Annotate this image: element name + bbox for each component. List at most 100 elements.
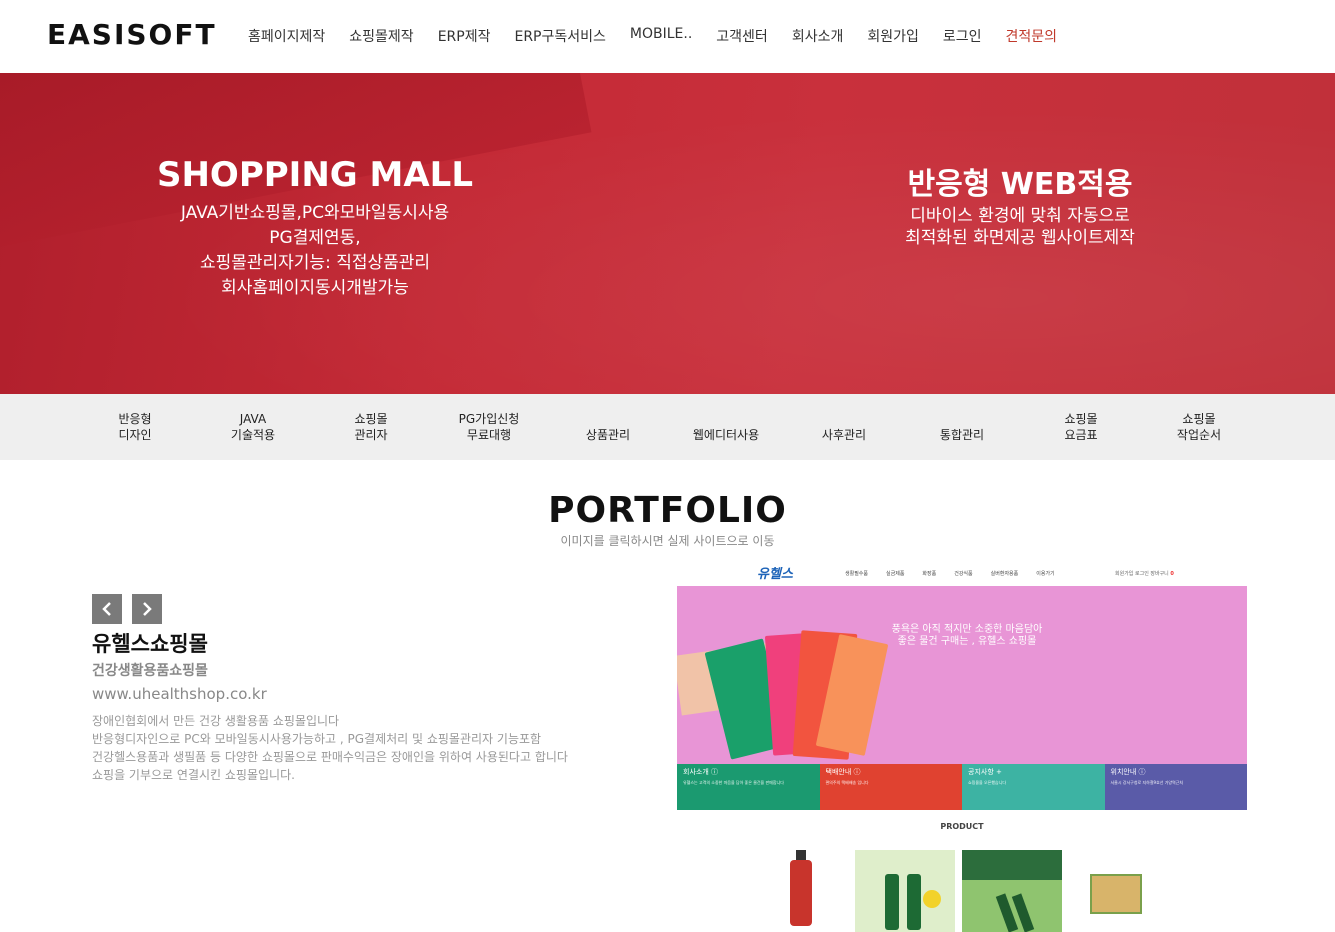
- description-line: 장애인협회에서 만든 건강 생활용품 쇼핑몰입니다: [92, 714, 340, 728]
- preview-banner-line: 좋은 물건 구매는 , 유헬스 쇼핑몰: [897, 636, 1037, 647]
- feature-pg-signup[interactable]: PG가입신청무료대행: [430, 394, 548, 460]
- preview-menu-item: 실금제품: [886, 571, 905, 577]
- feature-work-order[interactable]: 쇼핑몰작업순서: [1140, 394, 1258, 460]
- feature-label: 기술적용: [230, 428, 276, 442]
- site-header: EASISOFT 홈페이지제작 쇼핑몰제작 ERP제작 ERP구독서비스 MOB…: [0, 0, 1335, 73]
- product-thumb-bottle: [787, 850, 815, 932]
- feature-integrated-mgmt[interactable]: 통합관리: [903, 394, 1021, 460]
- feature-after-service[interactable]: 사후관리: [785, 394, 903, 460]
- portfolio-site-name: 유헬스쇼핑몰: [92, 632, 208, 656]
- portfolio-title: PORTFOLIO: [548, 490, 787, 531]
- tile-text: 편의주의 택배배송 입니다: [825, 780, 869, 785]
- feature-responsive-design[interactable]: 반응형디자인: [76, 394, 194, 460]
- preview-tiles: 회사소개 ⓘ 유헬스는 고객의 소중한 마음을 담아 좋은 물건을 판매합니다 택…: [677, 764, 1247, 810]
- nav-item-erp-subscription[interactable]: ERP구독서비스: [502, 26, 617, 46]
- nav-item-quote[interactable]: 견적문의: [994, 26, 1070, 46]
- tile-title: 택배안내 ⓘ: [825, 768, 861, 776]
- portfolio-subtitle: 이미지를 클릭하시면 실제 사이트으로 이동: [560, 534, 775, 548]
- tile-text: 유헬스는 고객의 소중한 마음을 담아 좋은 물건을 판매합니다: [683, 780, 784, 785]
- feature-label: 무료대행: [466, 428, 512, 442]
- feature-label: 작업순서: [1176, 428, 1222, 442]
- description-line: 쇼핑을 기부으로 연결시킨 쇼핑몰입니다.: [92, 768, 295, 782]
- preview-menu-item: 생활필수품: [845, 571, 869, 577]
- feature-label: JAVA: [239, 412, 267, 426]
- tile-title: 공지사항 +: [968, 768, 1002, 776]
- preview-banner-text: 풍욕은 아직 적지만 소중한 마음담아 좋은 물건 구매는 , 유헬스 쇼핑몰: [867, 624, 1067, 648]
- hero-right-line: 최적화된 화면제공 웹사이트제작: [905, 228, 1135, 248]
- portfolio-site-url[interactable]: www.uhealthshop.co.kr: [92, 685, 267, 703]
- feature-label: 웹에디터사용: [692, 428, 760, 442]
- preview-tile-delivery: 택배안내 ⓘ 편의주의 택배배송 입니다: [819, 764, 962, 810]
- main-nav: 홈페이지제작 쇼핑몰제작 ERP제작 ERP구독서비스 MOBILE.. 고객센…: [236, 26, 1069, 46]
- feature-label: 상품관리: [585, 428, 631, 442]
- preview-menu-item: 건강식품: [954, 571, 973, 577]
- preview-util-text: 회원가입 로그인 장바구니: [1115, 571, 1169, 577]
- bottle-pump: [796, 850, 806, 860]
- nav-item-mobile[interactable]: MOBILE..: [618, 26, 704, 46]
- site-logo[interactable]: EASISOFT: [47, 18, 217, 51]
- feature-java[interactable]: JAVA 기술적용: [194, 394, 312, 460]
- feature-mall-admin[interactable]: 쇼핑몰관리자: [312, 394, 430, 460]
- feature-label: 통합관리: [939, 428, 985, 442]
- product-thumb-bb-cream: [962, 850, 1062, 932]
- portfolio-preview-image[interactable]: 유헬스 생활필수품 실금제품 화장품 건강식품 실버환자용품 이용가기 회원가입…: [677, 560, 1247, 932]
- hero-left-line: 회사홈페이지동시개발가능: [221, 278, 409, 298]
- tile-text: 서울시 강서구청로 지하철9호선 가양역근처: [1110, 780, 1184, 785]
- feature-label: PG가입신청: [458, 412, 520, 426]
- feature-label: 쇼핑몰: [1064, 412, 1098, 426]
- product-thumb-natpine: [855, 850, 955, 932]
- product-bottle: [885, 874, 899, 930]
- feature-label: 요금표: [1064, 428, 1098, 442]
- tile-title: 회사소개 ⓘ: [683, 768, 718, 776]
- hero-shopping-block: SHOPPING MALL JAVA기반쇼핑몰,PC와모바일동시사용 PG결제연…: [140, 155, 490, 301]
- feature-web-editor[interactable]: 웹에디터사용: [667, 394, 785, 460]
- product-header: [962, 850, 1062, 880]
- nav-item-erp[interactable]: ERP제작: [426, 26, 503, 46]
- next-button[interactable]: [132, 594, 162, 624]
- preview-tile-notice: 공지사항 + 쇼핑몰을 오픈했습니다: [962, 764, 1105, 810]
- chevron-right-icon: [143, 602, 152, 616]
- feature-pricing[interactable]: 쇼핑몰요금표: [1022, 394, 1140, 460]
- preview-tile-company: 회사소개 ⓘ 유헬스는 고객의 소중한 마음을 담아 좋은 물건을 판매합니다: [677, 764, 820, 810]
- portfolio-site-category: 건강생활용품쇼핑몰: [92, 663, 208, 679]
- portfolio-description: 장애인협회에서 만든 건강 생활용품 쇼핑몰입니다 반응형디자인으로 PC와 모…: [92, 712, 652, 784]
- feature-label: 쇼핑몰: [354, 412, 388, 426]
- nav-item-login[interactable]: 로그인: [931, 26, 994, 46]
- nav-item-company[interactable]: 회사소개: [780, 26, 856, 46]
- preview-menu-item: 화장품: [922, 571, 937, 577]
- portfolio-arrows: [92, 594, 162, 624]
- feature-label: 반응형: [118, 412, 152, 426]
- product-bottle: [907, 874, 921, 930]
- hero-responsive-block: 반응형 WEB적용 디바이스 환경에 맞춰 자동으로 최적화된 화면제공 웹사이…: [860, 159, 1180, 249]
- hero-right-line: 디바이스 환경에 맞춰 자동으로: [910, 206, 1130, 226]
- hero-left-line: PG결제연동,: [269, 228, 361, 248]
- feature-label: 관리자: [354, 428, 388, 442]
- preview-header: 유헬스 생활필수품 실금제품 화장품 건강식품 실버환자용품 이용가기 회원가입…: [677, 560, 1247, 586]
- feature-label: 쇼핑몰: [1182, 412, 1216, 426]
- nav-item-customer-center[interactable]: 고객센터: [704, 26, 780, 46]
- product-box: [1090, 874, 1142, 914]
- preview-cart-count: 0: [1170, 571, 1174, 577]
- preview-logo: 유헬스: [757, 567, 793, 582]
- preview-banner-line: 풍욕은 아직 적지만 소중한 마음담아: [891, 624, 1043, 635]
- feature-label: 디자인: [118, 428, 152, 442]
- prev-button[interactable]: [92, 594, 122, 624]
- bottle-body: [790, 860, 812, 926]
- nav-item-homepage[interactable]: 홈페이지제작: [236, 26, 337, 46]
- product-flower: [923, 890, 941, 908]
- preview-menu-item: 이용가기: [1036, 571, 1055, 577]
- hero-left-line: 쇼핑몰관리자기능: 직접상품관리: [199, 253, 431, 273]
- tile-title: 위치안내 ⓘ: [1110, 768, 1146, 776]
- product-thumb-tissue: [1090, 850, 1146, 932]
- hero-right-title: 반응형 WEB적용: [907, 167, 1133, 202]
- hero-left-title: SHOPPING MALL: [156, 155, 473, 195]
- nav-item-signup[interactable]: 회원가입: [855, 26, 931, 46]
- hero-left-line: JAVA기반쇼핑몰,PC와모바일동시사용: [180, 203, 450, 223]
- feature-product-mgmt[interactable]: 상품관리: [549, 394, 667, 460]
- description-line: 건강헬스용품과 생필품 등 다양한 쇼핑몰으로 판매수익금은 장애인을 위하여 …: [92, 750, 568, 764]
- nav-item-shoppingmall[interactable]: 쇼핑몰제작: [337, 26, 425, 46]
- preview-tile-location: 위치안내 ⓘ 서울시 강서구청로 지하철9호선 가양역근처: [1104, 764, 1247, 810]
- chevron-left-icon: [102, 602, 111, 616]
- preview-menu: 생활필수품 실금제품 화장품 건강식품 실버환자용품 이용가기: [845, 570, 1055, 577]
- feature-bar: 반응형디자인 JAVA 기술적용 쇼핑몰관리자 PG가입신청무료대행 상품관리 웹…: [0, 394, 1335, 460]
